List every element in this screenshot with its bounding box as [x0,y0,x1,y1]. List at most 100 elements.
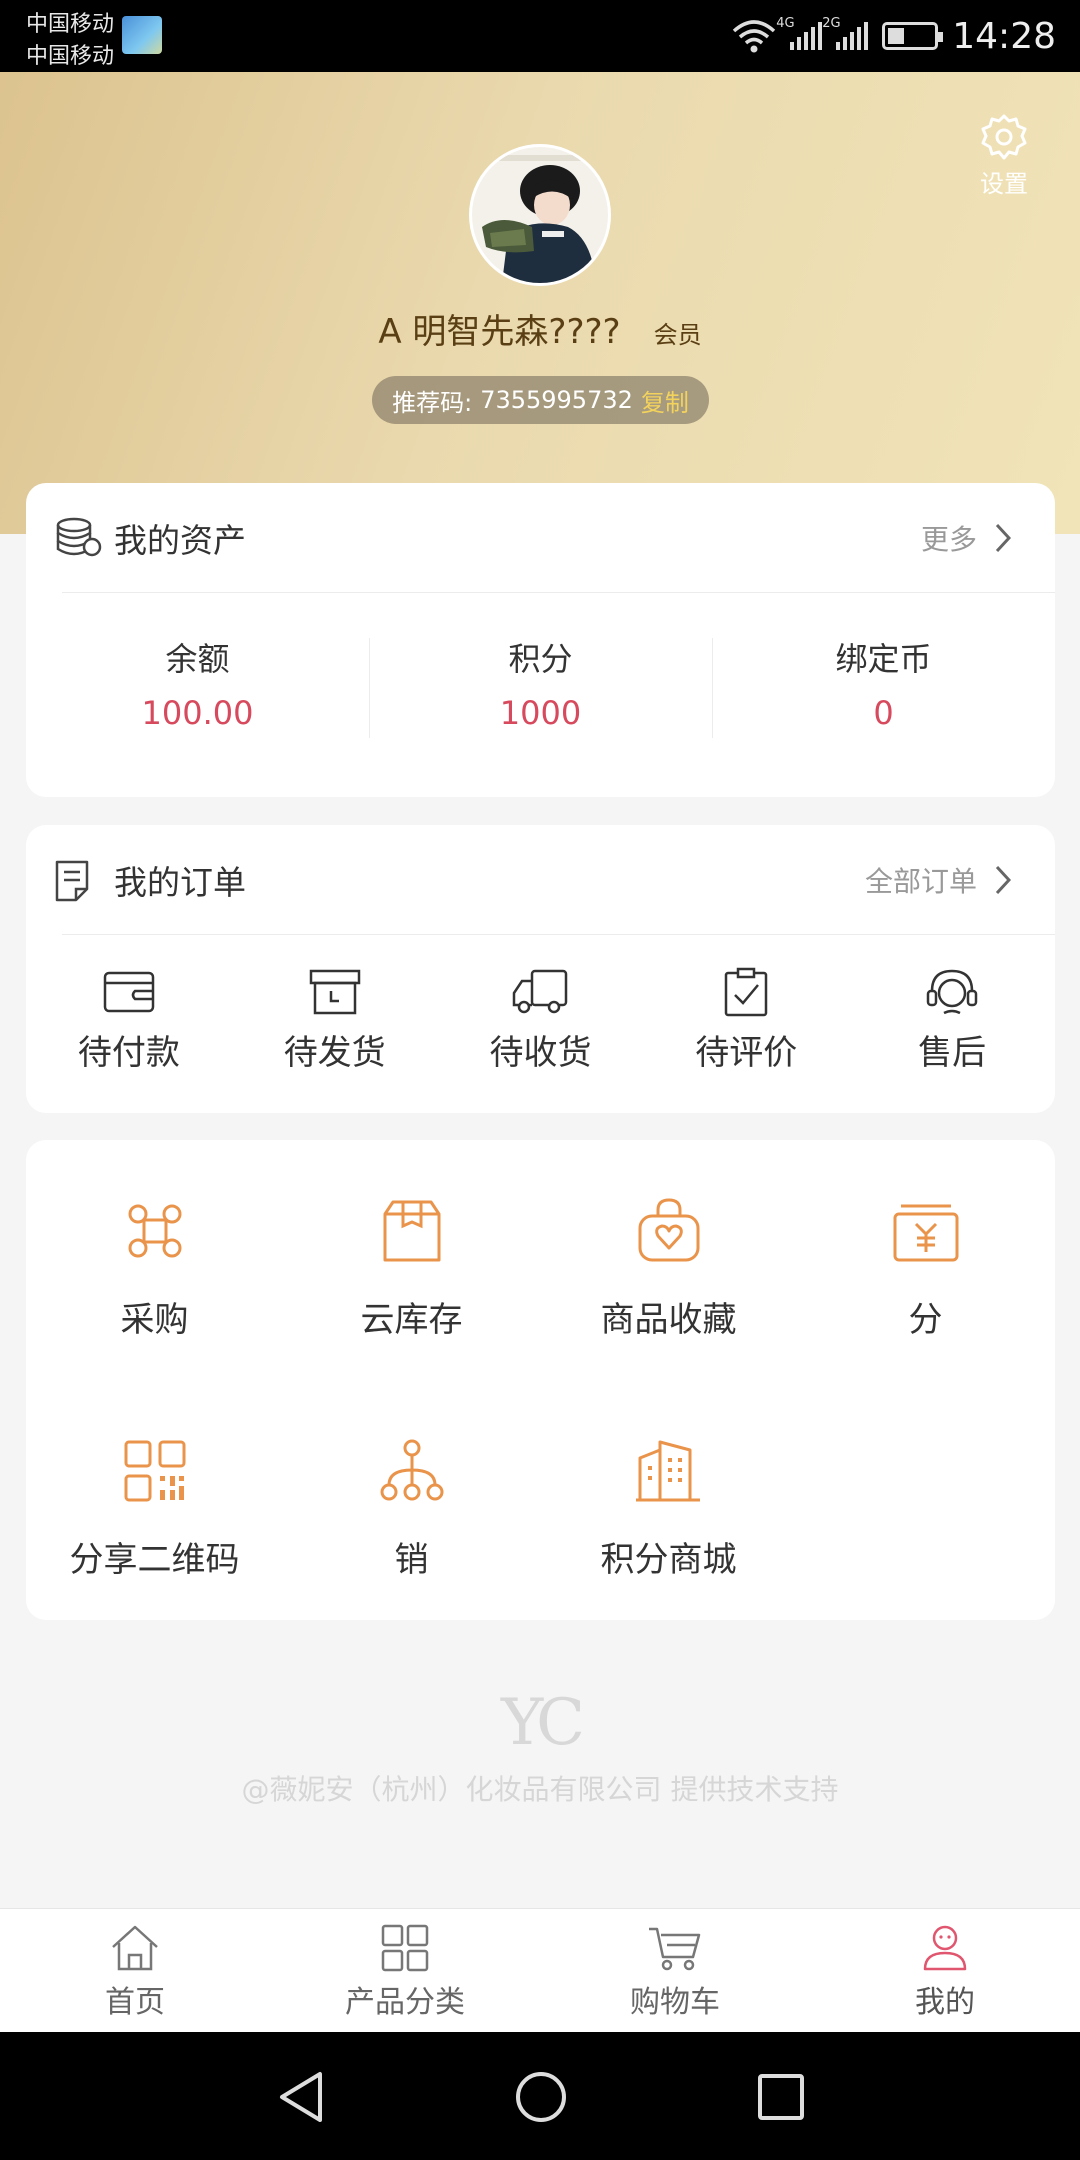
tab-cart[interactable]: 购物车 [540,1909,810,2032]
wallet-icon [103,971,155,1012]
tool-label: 积分商城 [600,1540,737,1580]
grid-icon [381,1924,429,1972]
order-label: 待收货 [489,1032,592,1073]
asset-points[interactable]: 积分 1000 [369,634,712,738]
orders-card-header[interactable]: 我的订单 全部订单 [55,825,1055,935]
asset-bound-coins[interactable]: 绑定币 0 [712,634,1055,738]
order-after-sales[interactable]: 售后 [849,967,1055,1074]
tool-fen[interactable]: 分 [797,1196,1054,1341]
tool-label: 分 [908,1300,943,1340]
document-icon [55,860,89,902]
tech-support-text: @薇妮安（杭州）化妆品有限公司 提供技术支持 [241,1773,839,1806]
yuan-box-icon [893,1204,958,1262]
user-icon [923,1925,967,1971]
referral-label: 推荐码: [392,388,473,417]
bottom-tab-bar: 首页 产品分类 购物车 我的 [0,1908,1080,2032]
cloud-stock-icon [383,1200,440,1262]
tool-cloud-stock[interactable]: 云库存 [283,1196,540,1341]
wifi-icon [733,20,776,53]
tools-card: 采购 云库存 商品收藏 分 分享二维码 销 积分商城 [26,1140,1055,1620]
home-circle-icon[interactable] [514,2070,568,2124]
order-pending-payment[interactable]: 待付款 [26,967,232,1074]
assets-more-link[interactable]: 更多 [921,518,1011,558]
order-label: 待发货 [283,1032,386,1073]
box-icon [309,969,360,1014]
all-orders-link[interactable]: 全部订单 [865,860,1011,900]
asset-value: 100.00 [141,694,254,732]
headset-icon [926,969,978,1014]
more-label: 更多 [920,522,977,556]
asset-label: 绑定币 [835,640,932,678]
carrier-label: 中国移动 [26,12,115,37]
orders-title: 我的订单 [114,862,246,902]
recents-icon[interactable] [756,2070,806,2124]
gear-icon [981,114,1027,160]
avatar[interactable] [469,144,611,286]
username: A 明智先森???? [378,312,621,352]
app-notification-icon [122,16,162,54]
tool-favorites[interactable]: 商品收藏 [540,1196,797,1341]
settings-button[interactable]: 设置 [964,112,1044,199]
tool-label: 云库存 [360,1300,463,1340]
clock: 14:28 [952,15,1056,57]
orders-card: 我的订单 全部订单 待付款 待发货 待收货 待评价 售后 [26,825,1055,1113]
tab-label: 我的 [915,1985,975,2020]
all-orders-label: 全部订单 [864,864,977,898]
asset-label: 余额 [165,640,230,678]
qrcode-icon [124,1440,185,1502]
tool-share-qrcode[interactable]: 分享二维码 [26,1436,283,1581]
signal-4g-icon: 4G [776,16,823,50]
member-badge: 会员 [653,321,702,349]
signal-2g-icon: 2G [822,16,869,50]
tool-label: 采购 [120,1300,189,1340]
asset-balance[interactable]: 余额 100.00 [26,634,369,732]
tool-purchase[interactable]: 采购 [26,1196,283,1341]
assets-card-header[interactable]: 我的资产 更多 [56,483,1055,593]
system-navigation-bar [0,2032,1080,2160]
tool-label: 商品收藏 [600,1300,737,1340]
order-pending-receipt[interactable]: 待收货 [438,967,644,1074]
order-pending-review[interactable]: 待评价 [643,967,849,1074]
checklist-icon [725,967,768,1016]
carrier-label: 中国移动 [26,44,115,69]
tab-mine[interactable]: 我的 [810,1909,1080,2032]
order-label: 待付款 [77,1032,180,1073]
truck-icon [513,969,568,1013]
order-pending-shipment[interactable]: 待发货 [232,967,438,1074]
referral-code: 7355995732 [480,386,633,414]
chevron-right-icon [995,523,1011,552]
tool-label: 分享二维码 [69,1540,240,1580]
tool-label: 销 [394,1540,429,1580]
battery-icon [882,22,944,50]
tab-categories[interactable]: 产品分类 [270,1909,540,2032]
tool-xiao[interactable]: 销 [283,1436,540,1581]
brand-logo: YC [500,1686,585,1760]
asset-label: 积分 [508,640,573,678]
favorite-bag-icon [638,1198,699,1262]
status-bar: 中国移动 中国移动 4G 2G 14:28 [0,0,1080,72]
profile-header: 设置 A 明智先森???? 会员 推荐码: 7355995732 复制 [0,72,1080,534]
assets-title: 我的资产 [114,520,246,560]
settings-label: 设置 [980,170,1028,198]
home-icon [112,1925,158,1971]
building-icon [635,1440,700,1502]
tab-label: 产品分类 [345,1985,465,2020]
asset-value: 1000 [499,694,582,732]
copy-button[interactable]: 复制 [641,383,689,418]
tab-home[interactable]: 首页 [0,1909,270,2032]
network-icon [380,1439,443,1501]
tool-points-mall[interactable]: 积分商城 [540,1436,797,1581]
username-row: A 明智先森???? 会员 [0,304,1080,353]
chevron-right-icon [995,865,1011,894]
assets-card: 我的资产 更多 余额 100.00 积分 1000 绑定币 0 [26,483,1055,797]
purchase-icon [128,1204,181,1258]
coins-icon [56,517,102,557]
referral-code-pill: 推荐码: 7355995732 复制 [372,376,709,424]
asset-value: 0 [873,694,894,732]
tab-label: 购物车 [630,1985,720,2020]
back-icon[interactable] [276,2070,326,2124]
cart-icon [649,1927,701,1971]
order-label: 待评价 [695,1032,798,1073]
tab-label: 首页 [105,1985,165,2020]
order-label: 售后 [918,1032,987,1073]
